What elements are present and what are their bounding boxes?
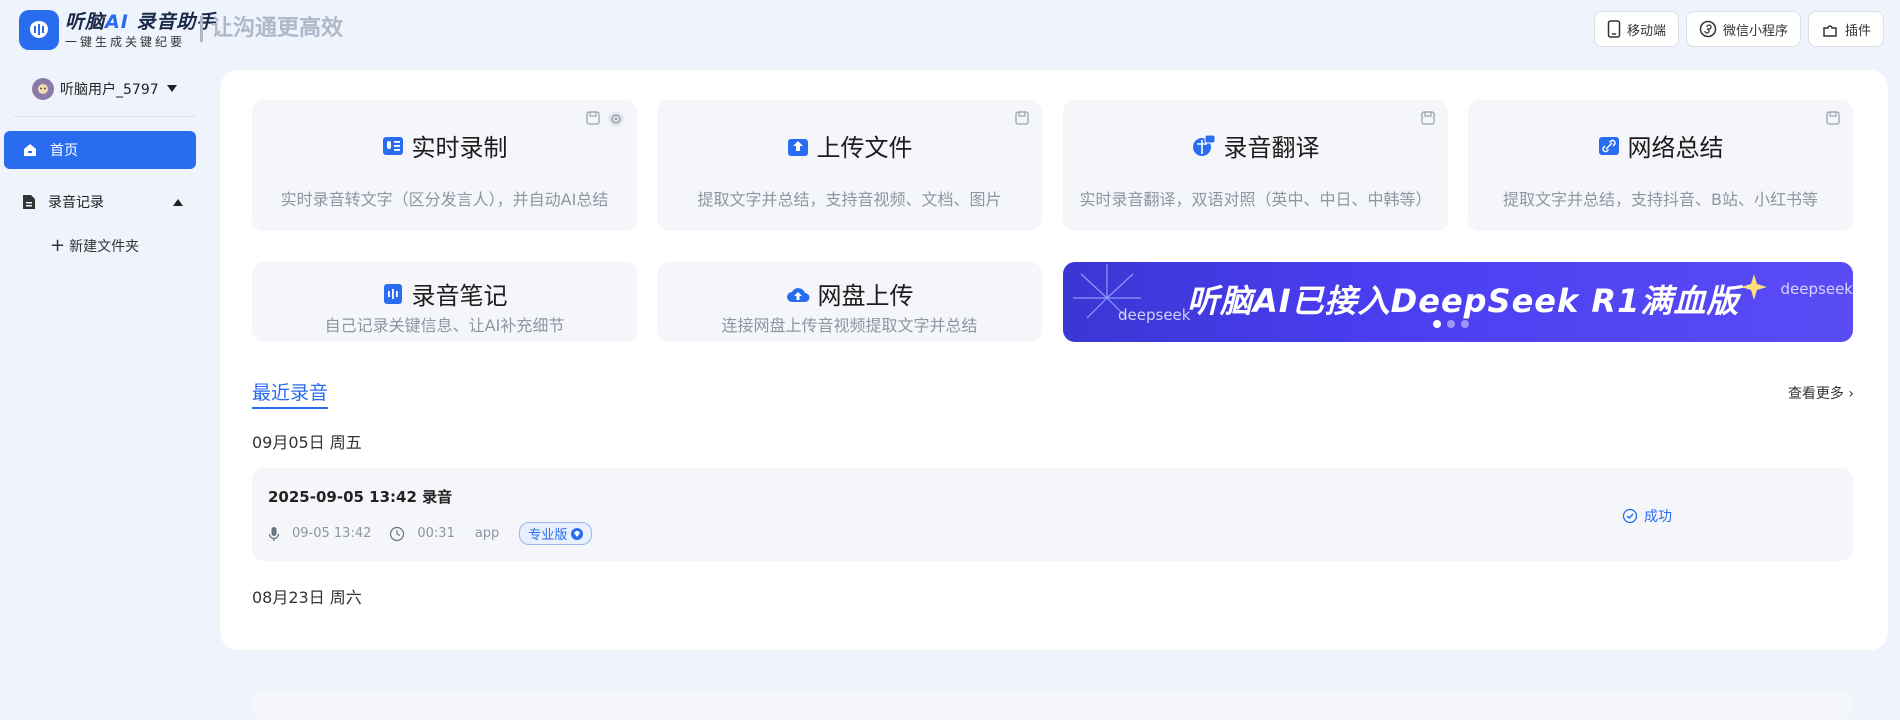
- save-icon[interactable]: [1014, 110, 1030, 126]
- mobile-button[interactable]: 移动端: [1593, 11, 1679, 47]
- upload-icon: [787, 138, 808, 156]
- card-record-note[interactable]: 录音笔记 自己记录关键信息、让AI补充细节: [252, 262, 637, 342]
- mini-program-icon: [1699, 20, 1717, 38]
- save-icon[interactable]: [1420, 110, 1436, 126]
- mobile-icon: [1607, 20, 1621, 38]
- recording-title: 2025-09-05 13:42 录音: [268, 488, 453, 506]
- card-record-translate-title: 录音翻译: [1223, 134, 1320, 162]
- plugin-button[interactable]: 插件: [1807, 11, 1884, 47]
- card-record-note-desc: 自己记录关键信息、让AI补充细节: [324, 316, 565, 335]
- document-icon: [23, 195, 35, 209]
- clock-icon: [390, 526, 405, 541]
- card-upload-file-title: 上传文件: [816, 134, 913, 162]
- plugin-label: 插件: [1844, 23, 1871, 39]
- check-circle-icon: [1622, 508, 1638, 524]
- recording-item[interactable]: 2025-09-05 13:42 录音 09-05 13:42 00:31 ap…: [252, 468, 1853, 561]
- card-web-summary-desc: 提取文字并总结，支持抖音、B站、小红书等: [1503, 190, 1818, 209]
- main-panel: 实时录制 实时录音转文字（区分发言人），并自动AI总结 上传文件 提取文字并总结…: [220, 70, 1888, 720]
- banner-text: 听脑AI已接入DeepSeek R1满血版: [1187, 282, 1740, 320]
- view-more-label: 查看更多: [1787, 386, 1844, 402]
- recording-time: 09-05 13:42: [292, 526, 372, 541]
- new-folder-label: 新建文件夹: [69, 239, 140, 255]
- mini-program-button[interactable]: 微信小程序: [1685, 11, 1801, 47]
- translate-icon: [1192, 134, 1215, 156]
- pro-badge-label: 专业版: [528, 528, 568, 543]
- sidebar-item-records[interactable]: 录音记录: [4, 183, 196, 221]
- chevron-down-icon: [167, 85, 177, 92]
- card-cloud-upload[interactable]: 网盘上传 连接网盘上传音视频提取文字并总结: [657, 262, 1042, 342]
- card-web-summary-title: 网络总结: [1627, 134, 1724, 162]
- carousel-dot[interactable]: [1433, 320, 1441, 328]
- carousel-dot[interactable]: [1461, 320, 1469, 328]
- card-realtime-record-title: 实时录制: [411, 134, 508, 162]
- banner-brand: deepseek: [1118, 306, 1191, 324]
- recording-status-label: 成功: [1644, 509, 1672, 525]
- save-icon[interactable]: [1825, 110, 1841, 126]
- sidebar-item-home[interactable]: 首页: [4, 131, 196, 169]
- card-upload-file[interactable]: 上传文件 提取文字并总结，支持音视频、文档、图片: [657, 100, 1042, 231]
- recording-item[interactable]: [252, 690, 1853, 720]
- save-icon[interactable]: [585, 110, 601, 126]
- recording-status: 成功: [1622, 506, 1672, 526]
- chevron-up-icon[interactable]: [172, 197, 184, 207]
- link-icon: [1598, 136, 1619, 155]
- user-name: 听脑用户_5797: [60, 82, 159, 98]
- cloud-upload-icon: [786, 287, 809, 302]
- sparkle-icon: [1741, 274, 1767, 300]
- note-icon: [383, 283, 402, 304]
- card-record-translate[interactable]: 录音翻译 实时录音翻译，双语对照（英中、中日、中韩等）: [1063, 100, 1448, 231]
- recording-source: app: [474, 526, 500, 541]
- card-record-note-title: 录音笔记: [411, 282, 508, 310]
- sidebar-item-records-label: 录音记录: [48, 195, 104, 211]
- avatar: [32, 78, 54, 100]
- settings-icon[interactable]: [607, 110, 625, 128]
- user-menu[interactable]: 听脑用户_5797: [14, 62, 196, 117]
- pro-badge: 专业版: [519, 522, 593, 545]
- view-more-link[interactable]: 查看更多 ›: [1788, 383, 1854, 403]
- carousel-dot[interactable]: [1447, 320, 1455, 328]
- logo-ai: AI: [105, 10, 129, 33]
- sidebar-item-home-label: 首页: [50, 143, 78, 159]
- date-group-header: 09月05日 周五: [252, 433, 362, 452]
- diamond-icon: [571, 527, 584, 540]
- card-realtime-record[interactable]: 实时录制 实时录音转文字（区分发言人），并自动AI总结: [252, 100, 637, 231]
- plugin-icon: [1823, 25, 1837, 37]
- logo-icon: [19, 10, 59, 50]
- mini-program-label: 微信小程序: [1722, 23, 1788, 39]
- logo-subtitle: 一键生成关键纪要: [65, 34, 186, 49]
- top-bar: 听脑AI 录音助手 一键生成关键纪要 让沟通更高效 移动端 微信小程序 插件: [0, 0, 1900, 62]
- card-cloud-upload-desc: 连接网盘上传音视频提取文字并总结: [721, 316, 978, 335]
- banner-brand-right: deepseek: [1780, 280, 1853, 298]
- card-upload-file-desc: 提取文字并总结，支持音视频、文档、图片: [697, 190, 1002, 209]
- recording-duration: 00:31: [417, 526, 455, 541]
- new-folder-button[interactable]: + 新建文件夹: [50, 231, 196, 261]
- microphone-icon: [268, 526, 280, 541]
- realtime-record-icon: [382, 136, 403, 155]
- card-record-translate-desc: 实时录音翻译，双语对照（英中、中日、中韩等）: [1079, 190, 1432, 209]
- logo-main: 听脑: [65, 10, 106, 33]
- card-realtime-record-desc: 实时录音转文字（区分发言人），并自动AI总结: [280, 190, 609, 209]
- sidebar: 听脑用户_5797 首页 录音记录 + 新建文件夹: [0, 62, 200, 261]
- card-cloud-upload-title: 网盘上传: [817, 282, 914, 310]
- chevron-right-icon: ›: [1848, 386, 1854, 402]
- slogan: 让沟通更高效: [200, 16, 343, 42]
- recent-recordings-title[interactable]: 最近录音: [252, 378, 329, 409]
- mobile-label: 移动端: [1626, 23, 1666, 39]
- app-logo[interactable]: 听脑AI 录音助手 一键生成关键纪要: [19, 10, 216, 50]
- promo-banner[interactable]: deepseek 听脑AI已接入DeepSeek R1满血版 deepseek: [1063, 262, 1853, 342]
- carousel-dots: [1433, 320, 1469, 328]
- date-group-header: 08月23日 周六: [252, 588, 362, 607]
- card-web-summary[interactable]: 网络总结 提取文字并总结，支持抖音、B站、小红书等: [1468, 100, 1853, 231]
- home-icon: [24, 144, 36, 156]
- plus-icon: +: [50, 235, 66, 256]
